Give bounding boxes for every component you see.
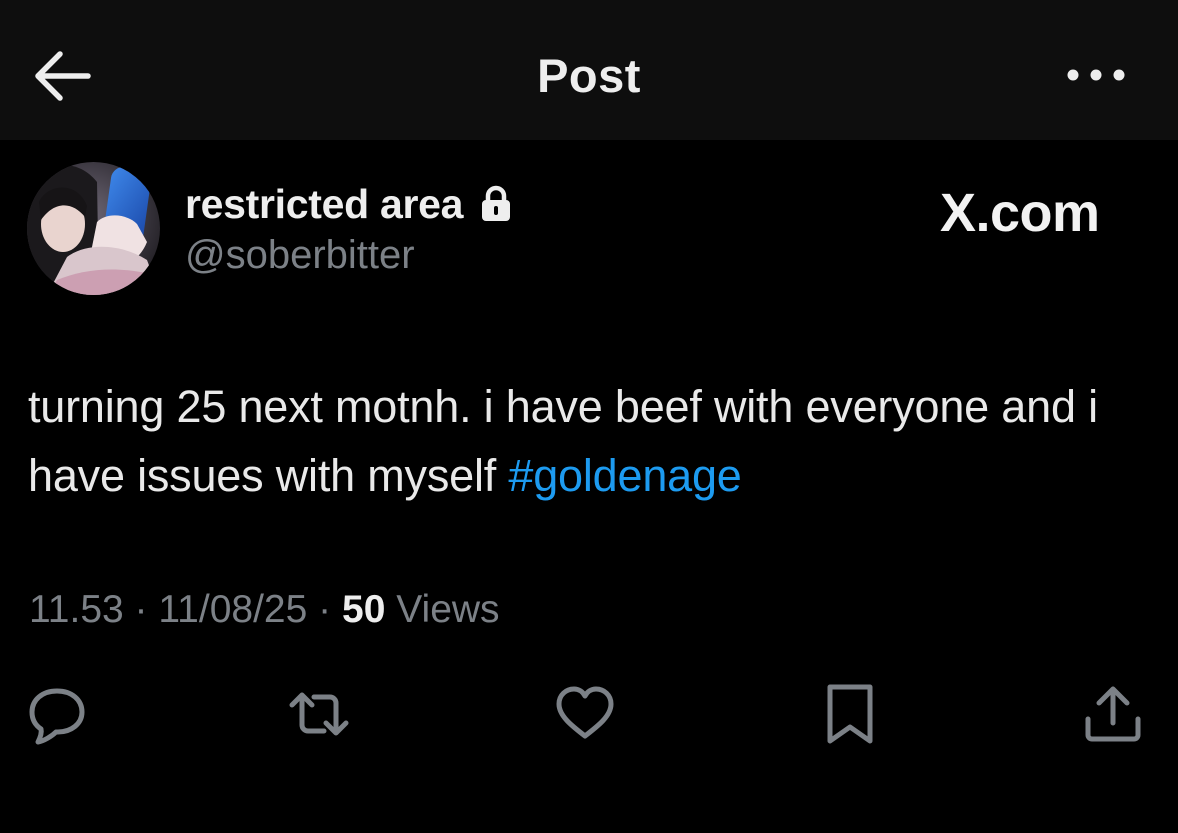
display-name[interactable]: restricted area [185,181,463,228]
hashtag-link[interactable]: #goldenage [508,450,741,501]
post-screen: Post restricted area @soberbitter X.com … [0,0,1178,833]
avatar-photo [27,162,160,295]
share-button[interactable] [1082,683,1144,745]
meta-separator: · [318,588,332,631]
more-horizontal-icon [1067,69,1125,81]
avatar[interactable] [27,162,160,295]
reply-icon [29,688,85,745]
more-button[interactable] [1064,60,1128,90]
post-meta: 11.53 · 11/08/25 · 50 Views [29,588,500,632]
meta-separator: · [134,588,148,631]
bookmark-icon [827,684,873,744]
like-button[interactable] [554,683,616,745]
heart-icon [556,686,614,739]
views-label: Views [396,588,500,631]
lock-icon [482,185,511,221]
repost-button[interactable] [288,683,350,745]
user-handle[interactable]: @soberbitter [185,233,415,278]
x-com-watermark: X.com [940,183,1100,243]
post-date[interactable]: 11/08/25 [158,588,307,631]
page-title: Post [537,49,641,102]
post-text: turning 25 next motnh. i have beef with … [28,372,1158,510]
top-bar: Post [0,0,1178,140]
post-time[interactable]: 11.53 [29,588,124,631]
bookmark-button[interactable] [819,683,881,745]
share-icon [1085,686,1141,742]
reply-button[interactable] [26,683,88,745]
views-count: 50 [342,588,386,631]
repost-icon [289,692,349,736]
author-name-row[interactable]: restricted area [185,178,513,230]
